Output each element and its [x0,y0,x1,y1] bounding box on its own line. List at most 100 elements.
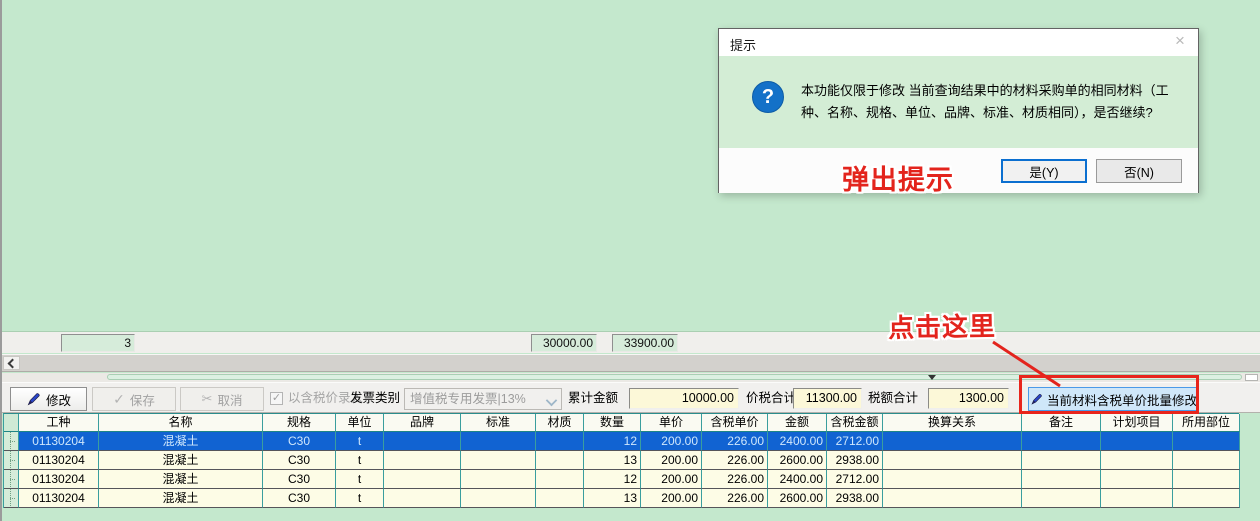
column-header[interactable]: 标准 [461,414,536,432]
table-cell[interactable]: 2400.00 [768,432,827,451]
table-cell[interactable]: C30 [263,432,336,451]
table-cell[interactable] [1022,470,1101,489]
table-cell[interactable] [883,451,1022,470]
dialog-titlebar[interactable]: 提示 × [719,29,1198,56]
column-header[interactable]: 名称 [99,414,263,432]
table-cell[interactable]: 混凝土 [99,451,263,470]
table-cell[interactable] [1173,470,1240,489]
table-cell[interactable]: 226.00 [702,489,768,508]
table-cell[interactable]: t [336,489,384,508]
table-cell[interactable] [536,451,584,470]
table-cell[interactable]: t [336,451,384,470]
table-cell[interactable] [384,451,461,470]
table-cell[interactable]: 2938.00 [827,489,883,508]
table-cell[interactable]: 226.00 [702,470,768,489]
column-header[interactable]: 单位 [336,414,384,432]
table-cell[interactable] [461,470,536,489]
row-selector[interactable] [4,432,19,451]
table-cell[interactable] [1101,489,1173,508]
table-cell[interactable]: 200.00 [641,470,702,489]
column-header[interactable]: 规格 [263,414,336,432]
table-cell[interactable]: 2600.00 [768,451,827,470]
column-header[interactable]: 含税单价 [702,414,768,432]
scroll-left-button[interactable] [3,356,20,370]
table-cell[interactable]: 13 [584,489,641,508]
table-cell[interactable]: 01130204 [19,470,99,489]
column-header[interactable]: 单价 [641,414,702,432]
table-cell[interactable]: 200.00 [641,451,702,470]
table-cell[interactable] [461,489,536,508]
table-cell[interactable] [1022,432,1101,451]
row-selector[interactable] [4,489,19,508]
close-icon[interactable]: × [1171,31,1189,51]
table-cell[interactable]: 2938.00 [827,451,883,470]
modify-button[interactable]: 修改 [10,387,87,411]
table-cell[interactable] [1022,489,1101,508]
cancel-button[interactable]: ✂ 取消 [180,387,264,411]
save-button[interactable]: ✓ 保存 [92,387,176,411]
table-cell[interactable]: 混凝土 [99,489,263,508]
column-header[interactable]: 备注 [1022,414,1101,432]
table-cell[interactable]: 13 [584,451,641,470]
table-cell[interactable]: 01130204 [19,432,99,451]
table-cell[interactable]: 200.00 [641,432,702,451]
table-cell[interactable]: 2400.00 [768,470,827,489]
column-header[interactable]: 金额 [768,414,827,432]
table-cell[interactable] [536,432,584,451]
column-header[interactable]: 换算关系 [883,414,1022,432]
price-tax-total-field[interactable]: 11300.00 [793,388,862,409]
table-cell[interactable]: 01130204 [19,489,99,508]
table-cell[interactable]: 200.00 [641,489,702,508]
table-cell[interactable]: C30 [263,451,336,470]
table-cell[interactable] [461,451,536,470]
table-cell[interactable] [1101,432,1173,451]
table-cell[interactable] [1173,451,1240,470]
table-cell[interactable]: 混凝土 [99,432,263,451]
table-cell[interactable] [384,432,461,451]
table-cell[interactable] [1101,451,1173,470]
column-header[interactable]: 含税金额 [827,414,883,432]
horizontal-scrollbar[interactable] [2,354,1260,372]
splitter-thumb[interactable] [1245,374,1258,381]
cumulative-amount-field[interactable]: 10000.00 [629,388,739,409]
table-cell[interactable]: 226.00 [702,432,768,451]
column-header[interactable]: 所用部位 [1173,414,1240,432]
table-cell[interactable]: t [336,470,384,489]
table-cell[interactable]: 2600.00 [768,489,827,508]
column-header[interactable]: 材质 [536,414,584,432]
table-cell[interactable] [384,470,461,489]
invoice-type-select[interactable]: 增值税专用发票|13% [404,388,562,410]
table-cell[interactable]: 01130204 [19,451,99,470]
yes-button[interactable]: 是(Y) [1001,159,1087,183]
no-button[interactable]: 否(N) [1096,159,1182,183]
table-cell[interactable] [1101,470,1173,489]
table-cell[interactable] [1173,432,1240,451]
column-header[interactable]: 品牌 [384,414,461,432]
tax-price-entry-checkbox[interactable]: ✓ [270,392,283,405]
table-row[interactable]: 01130204混凝土C30t 13200.00226.002600.002938… [4,451,1239,470]
table-cell[interactable]: 226.00 [702,451,768,470]
table-cell[interactable] [883,432,1022,451]
table-cell[interactable]: 12 [584,432,641,451]
table-cell[interactable] [536,489,584,508]
table-cell[interactable]: t [336,432,384,451]
row-selector[interactable] [4,470,19,489]
table-cell[interactable] [536,470,584,489]
table-cell[interactable]: 混凝土 [99,470,263,489]
row-selector[interactable] [4,451,19,470]
tax-amount-total-field[interactable]: 1300.00 [928,388,1009,409]
table-cell[interactable] [384,489,461,508]
table-cell[interactable] [1022,451,1101,470]
table-cell[interactable] [883,489,1022,508]
table-cell[interactable] [1173,489,1240,508]
table-row[interactable]: 01130204混凝土C30t13200.00226.002600.002938… [4,489,1239,508]
column-header[interactable]: 数量 [584,414,641,432]
column-header[interactable]: 计划项目 [1101,414,1173,432]
table-cell[interactable]: C30 [263,470,336,489]
table-row[interactable]: 01130204混凝土C30t 12200.00226.002400.002712… [4,432,1239,451]
table-cell[interactable]: 12 [584,470,641,489]
table-row[interactable]: 01130204混凝土C30t12200.00226.002400.002712… [4,470,1239,489]
table-cell[interactable] [883,470,1022,489]
table-cell[interactable]: 2712.00 [827,432,883,451]
table-cell[interactable] [461,432,536,451]
